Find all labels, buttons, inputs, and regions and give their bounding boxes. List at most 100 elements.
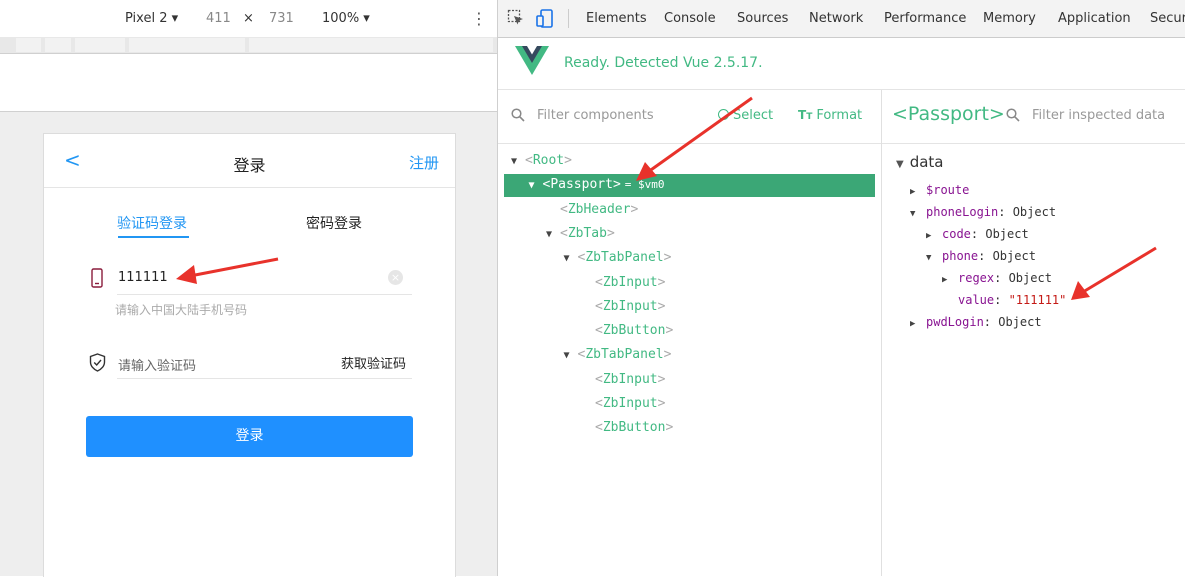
dimension-separator: × bbox=[243, 11, 254, 26]
tab-memory[interactable]: Memory bbox=[983, 11, 1036, 26]
clear-icon[interactable]: × bbox=[388, 270, 403, 285]
component-name: <ZbInput> bbox=[595, 298, 666, 314]
caret-down-icon[interactable]: ▼ bbox=[511, 156, 525, 167]
format-button[interactable]: TT Format bbox=[798, 108, 862, 123]
tab-sources[interactable]: Sources bbox=[737, 11, 788, 26]
caret-right-icon[interactable]: ▶ bbox=[926, 231, 942, 241]
tab-password-login[interactable]: 密码登录 bbox=[306, 213, 362, 233]
phone-input[interactable]: 111111 bbox=[118, 270, 168, 285]
component-name: <ZbInput> bbox=[595, 274, 666, 290]
component-tree-row[interactable]: <ZbButton> bbox=[581, 323, 673, 338]
component-tree-row[interactable]: <ZbInput> bbox=[581, 299, 665, 314]
tab-application[interactable]: Application bbox=[1058, 11, 1131, 26]
data-section-label: data bbox=[909, 153, 944, 171]
component-tree-row[interactable]: ▼ <ZbTabPanel> bbox=[564, 347, 672, 362]
select-label: Select bbox=[733, 108, 774, 123]
component-tree-row[interactable]: ▼ <Root> bbox=[511, 153, 572, 168]
format-label: Format bbox=[816, 108, 863, 123]
more-options-icon[interactable]: ⋮ bbox=[471, 9, 487, 28]
mobile-phone-icon bbox=[91, 268, 103, 288]
code-input[interactable]: 请输入验证码 bbox=[118, 355, 196, 374]
code-input-underline bbox=[117, 378, 412, 379]
component-name: <ZbTab> bbox=[560, 225, 615, 241]
tab-performance[interactable]: Performance bbox=[884, 11, 966, 26]
components-toolbar: Filter components Select TT Format bbox=[498, 90, 881, 144]
data-property-row[interactable]: ▼ phoneLogin: Object bbox=[910, 205, 1056, 219]
component-name: <ZbButton> bbox=[595, 323, 674, 339]
vue-status-bar: Ready. Detected Vue 2.5.17. bbox=[498, 38, 1185, 90]
phone-hint: 请输入中国大陆手机号码 bbox=[115, 303, 248, 317]
caret-right-icon[interactable]: ▶ bbox=[942, 275, 958, 285]
component-tree-row[interactable]: <ZbInput> bbox=[581, 372, 665, 387]
property-value: Object bbox=[998, 315, 1042, 329]
tab-console[interactable]: Console bbox=[664, 11, 716, 26]
data-property-row[interactable]: ▼ phone: Object bbox=[926, 249, 1036, 263]
phone-screen: < 登录 注册 验证码登录 密码登录 111111 × 请输入中国大陆手机号码 … bbox=[43, 133, 456, 577]
property-value: Object bbox=[992, 249, 1036, 263]
data-property-row[interactable]: ▶ $route bbox=[910, 183, 969, 197]
tab-network[interactable]: Network bbox=[809, 11, 863, 26]
phone-input-underline bbox=[117, 294, 412, 295]
component-tree-row[interactable]: <ZbInput> bbox=[581, 396, 665, 411]
device-toggle-icon[interactable] bbox=[536, 9, 554, 28]
caret-down-icon[interactable]: ▼ bbox=[910, 209, 926, 219]
component-tree-row[interactable]: ▼ <Passport> = $vm0 bbox=[529, 177, 665, 192]
data-section-header[interactable]: ▼ data bbox=[896, 153, 944, 171]
caret-down-icon: ▼ bbox=[896, 159, 904, 170]
component-tree-row[interactable]: ▼ <ZbTabPanel> bbox=[564, 250, 672, 265]
component-name: <ZbHeader> bbox=[560, 201, 639, 217]
caret-down-icon[interactable]: ▼ bbox=[564, 253, 578, 264]
zoom-select[interactable]: 100% ▾ bbox=[322, 11, 370, 26]
property-value: Object bbox=[1012, 205, 1057, 219]
component-tree-row[interactable]: <ZbButton> bbox=[581, 420, 673, 435]
property-key: pwdLogin bbox=[926, 315, 984, 329]
component-name: <Root> bbox=[525, 153, 572, 168]
property-key: regex bbox=[958, 271, 995, 285]
property-value: Object bbox=[985, 227, 1029, 241]
data-property-row[interactable]: ▶ pwdLogin: Object bbox=[910, 315, 1042, 329]
data-property-row[interactable]: ▶ regex: Object bbox=[942, 271, 1052, 285]
caret-right-icon[interactable]: ▶ bbox=[910, 319, 926, 329]
component-name: <Passport> bbox=[542, 177, 621, 193]
colon: : bbox=[970, 227, 986, 241]
component-name: <ZbInput> bbox=[595, 396, 666, 411]
device-height[interactable]: 731 bbox=[269, 11, 294, 26]
active-tab-indicator bbox=[118, 236, 189, 238]
vue-logo-icon bbox=[515, 46, 549, 75]
vue-ready-status: Ready. Detected Vue 2.5.17. bbox=[564, 55, 763, 71]
select-component-button[interactable]: Select bbox=[718, 108, 773, 123]
caret-down-icon[interactable]: ▼ bbox=[564, 350, 578, 361]
data-property-row[interactable]: value: "111111" bbox=[942, 293, 1066, 307]
property-value: Object bbox=[1008, 271, 1052, 285]
device-select[interactable]: Pixel 2 ▾ bbox=[125, 11, 178, 26]
component-tree-row[interactable]: <ZbInput> bbox=[581, 275, 665, 290]
property-key: phoneLogin bbox=[926, 205, 999, 219]
component-tree-row[interactable]: <ZbHeader> bbox=[546, 202, 638, 217]
filter-inspected-input[interactable]: Filter inspected data bbox=[1032, 108, 1165, 123]
device-width[interactable]: 411 bbox=[206, 11, 231, 26]
register-link[interactable]: 注册 bbox=[409, 152, 439, 173]
colon: : bbox=[994, 293, 1009, 307]
annotation-arrow-value bbox=[1071, 246, 1157, 300]
caret-right-icon[interactable]: ▶ bbox=[910, 187, 926, 197]
tab-code-login[interactable]: 验证码登录 bbox=[117, 213, 187, 233]
data-property-row[interactable]: ▶ code: Object bbox=[926, 227, 1029, 241]
login-button[interactable]: 登录 bbox=[86, 416, 413, 457]
colon: : bbox=[978, 249, 993, 263]
filter-components-input[interactable]: Filter components bbox=[537, 108, 654, 123]
get-code-button[interactable]: 获取验证码 bbox=[341, 353, 406, 372]
caret-down-icon[interactable]: ▼ bbox=[926, 253, 942, 263]
tab-elements[interactable]: Elements bbox=[586, 11, 647, 26]
component-name: <ZbInput> bbox=[595, 371, 666, 387]
caret-down-icon[interactable]: ▼ bbox=[546, 229, 560, 240]
format-icon: TT bbox=[798, 108, 813, 122]
caret-down-icon[interactable]: ▼ bbox=[529, 180, 543, 191]
component-name: <ZbButton> bbox=[595, 420, 674, 436]
inspected-component-name: <Passport> bbox=[892, 103, 1005, 125]
media-query-ruler[interactable] bbox=[0, 37, 497, 54]
shield-icon bbox=[89, 353, 106, 372]
inspect-element-icon[interactable] bbox=[507, 9, 525, 27]
tab-security[interactable]: Securi bbox=[1150, 11, 1185, 26]
component-tree-row[interactable]: ▼ <ZbTab> bbox=[546, 226, 615, 241]
panel-divider[interactable] bbox=[881, 90, 882, 576]
